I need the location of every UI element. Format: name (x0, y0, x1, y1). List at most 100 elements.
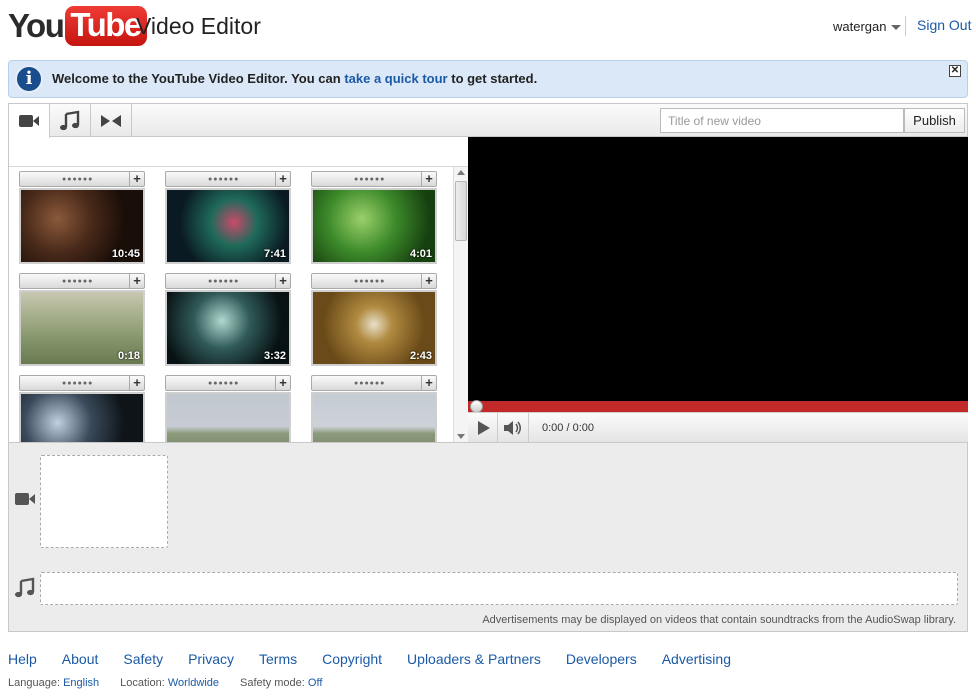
username: watergan (833, 19, 887, 34)
location-setting: Location: Worldwide (120, 677, 219, 689)
clip-thumbnail[interactable]: 0:18 (19, 290, 145, 366)
grip-icon: ●●●●●● (208, 278, 240, 285)
youtube-logo[interactable]: You Tube (8, 6, 147, 46)
close-icon[interactable]: ✕ (949, 65, 961, 77)
user-menu[interactable]: watergan (833, 19, 902, 34)
scroll-up-icon[interactable] (457, 170, 465, 175)
add-clip-button[interactable]: + (275, 273, 290, 289)
welcome-banner: i Welcome to the YouTube Video Editor. Y… (8, 60, 968, 98)
chevron-down-icon (891, 24, 902, 30)
clip-item[interactable]: ●●●●●● +2:43 (311, 273, 437, 366)
audio-drop-zone[interactable] (40, 572, 958, 605)
footer-link-safety[interactable]: Safety (123, 651, 163, 667)
add-clip-button[interactable]: + (129, 273, 144, 289)
banner-text-before: Welcome to the YouTube Video Editor. You… (52, 71, 345, 86)
add-clip-button[interactable]: + (275, 171, 290, 187)
speaker-icon (504, 421, 521, 435)
play-icon (478, 421, 490, 435)
clip-drag-handle[interactable]: ●●●●●● + (19, 171, 145, 187)
library-scrollbar[interactable] (453, 167, 468, 442)
info-icon: i (15, 65, 43, 93)
sign-out-link[interactable]: Sign Out (917, 17, 971, 33)
clip-duration: 7:41 (263, 248, 286, 260)
clip-drag-handle[interactable]: ●●●●●● + (19, 375, 145, 391)
footer-links: Help About Safety Privacy Terms Copyright Uplo… (8, 651, 756, 667)
clip-drag-handle[interactable]: ●●●●●● + (165, 273, 291, 289)
publish-button[interactable]: Publish (904, 108, 965, 133)
tab-videos[interactable] (9, 104, 50, 138)
clip-item[interactable]: ●●●●●● + (165, 375, 291, 442)
grip-icon: ●●●●●● (354, 176, 386, 183)
safety-label: Safety mode: (240, 677, 305, 689)
footer-link-developers[interactable]: Developers (566, 651, 637, 667)
clip-thumbnail[interactable]: 3:32 (165, 290, 291, 366)
clip-thumbnail[interactable]: 4:01 (311, 188, 437, 264)
add-clip-button[interactable]: + (421, 273, 436, 289)
clip-drag-handle[interactable]: ●●●●●● + (165, 171, 291, 187)
scroll-down-icon[interactable] (457, 434, 465, 439)
time-readout: 0:00 / 0:00 (542, 422, 594, 434)
clip-thumbnail[interactable]: 2:43 (311, 290, 437, 366)
grip-icon: ●●●●●● (208, 176, 240, 183)
progress-bar[interactable] (468, 400, 968, 413)
safety-setting: Safety mode: Off (240, 677, 322, 689)
footer-link-advertising[interactable]: Advertising (662, 651, 731, 667)
banner-text-after: to get started. (447, 71, 538, 86)
clip-thumbnail[interactable]: 10:45 (19, 188, 145, 264)
clip-item[interactable]: ●●●●●● +10:45 (19, 171, 145, 264)
video-drop-zone[interactable] (40, 455, 168, 548)
clip-item[interactable]: ●●●●●● +0:18 (19, 273, 145, 366)
language-link[interactable]: English (63, 677, 99, 689)
add-clip-button[interactable]: + (275, 375, 290, 391)
clip-drag-handle[interactable]: ●●●●●● + (19, 273, 145, 289)
add-clip-button[interactable]: + (129, 171, 144, 187)
footer-link-copyright[interactable]: Copyright (322, 651, 382, 667)
language-label: Language: (8, 677, 60, 689)
add-clip-button[interactable]: + (421, 171, 436, 187)
timeline: Advertisements may be displayed on video… (9, 442, 967, 631)
clip-thumbnail[interactable] (165, 392, 291, 442)
quick-tour-link[interactable]: take a quick tour (344, 71, 447, 86)
clip-duration: 2:43 (409, 350, 432, 362)
clip-item[interactable]: ●●●●●● +4:01 (311, 171, 437, 264)
clip-drag-handle[interactable]: ●●●●●● + (311, 171, 437, 187)
page-header: You Tube Video Editor watergan Sign Out (0, 0, 976, 56)
clip-duration: 3:32 (263, 350, 286, 362)
clip-drag-handle[interactable]: ●●●●●● + (165, 375, 291, 391)
transition-icon (101, 114, 121, 127)
clip-thumbnail[interactable] (311, 392, 437, 442)
footer-link-help[interactable]: Help (8, 651, 37, 667)
video-preview[interactable] (468, 137, 968, 442)
logo-you-text: You (8, 7, 65, 44)
video-title-input[interactable] (660, 108, 904, 133)
location-label: Location: (120, 677, 165, 689)
location-link[interactable]: Worldwide (168, 677, 219, 689)
footer-settings: Language: English Location: Worldwide Sa… (8, 677, 343, 689)
clip-thumbnail[interactable] (19, 392, 145, 442)
clip-item[interactable]: ●●●●●● +3:32 (165, 273, 291, 366)
play-button[interactable] (468, 413, 498, 443)
clip-drag-handle[interactable]: ●●●●●● + (311, 375, 437, 391)
grip-icon: ●●●●●● (354, 278, 386, 285)
add-clip-button[interactable]: + (421, 375, 436, 391)
footer-link-privacy[interactable]: Privacy (188, 651, 234, 667)
footer-link-terms[interactable]: Terms (259, 651, 297, 667)
safety-link[interactable]: Off (308, 677, 322, 689)
player-controls: 0:00 / 0:00 (468, 412, 968, 443)
clip-thumbnail[interactable]: 7:41 (165, 188, 291, 264)
clip-item[interactable]: ●●●●●● +7:41 (165, 171, 291, 264)
add-clip-button[interactable]: + (129, 375, 144, 391)
video-track-icon (15, 493, 35, 505)
clip-duration: 4:01 (409, 248, 432, 260)
banner-message: Welcome to the YouTube Video Editor. You… (52, 71, 537, 86)
clip-item[interactable]: ●●●●●● + (19, 375, 145, 442)
clip-item[interactable]: ●●●●●● + (311, 375, 437, 442)
volume-button[interactable] (499, 413, 529, 443)
tab-transitions[interactable] (91, 104, 132, 137)
scrollbar-thumb[interactable] (455, 181, 467, 241)
tab-audio[interactable] (50, 104, 91, 137)
clip-drag-handle[interactable]: ●●●●●● + (311, 273, 437, 289)
footer-link-uploaders-partners[interactable]: Uploaders & Partners (407, 651, 541, 667)
language-setting: Language: English (8, 677, 99, 689)
footer-link-about[interactable]: About (62, 651, 99, 667)
